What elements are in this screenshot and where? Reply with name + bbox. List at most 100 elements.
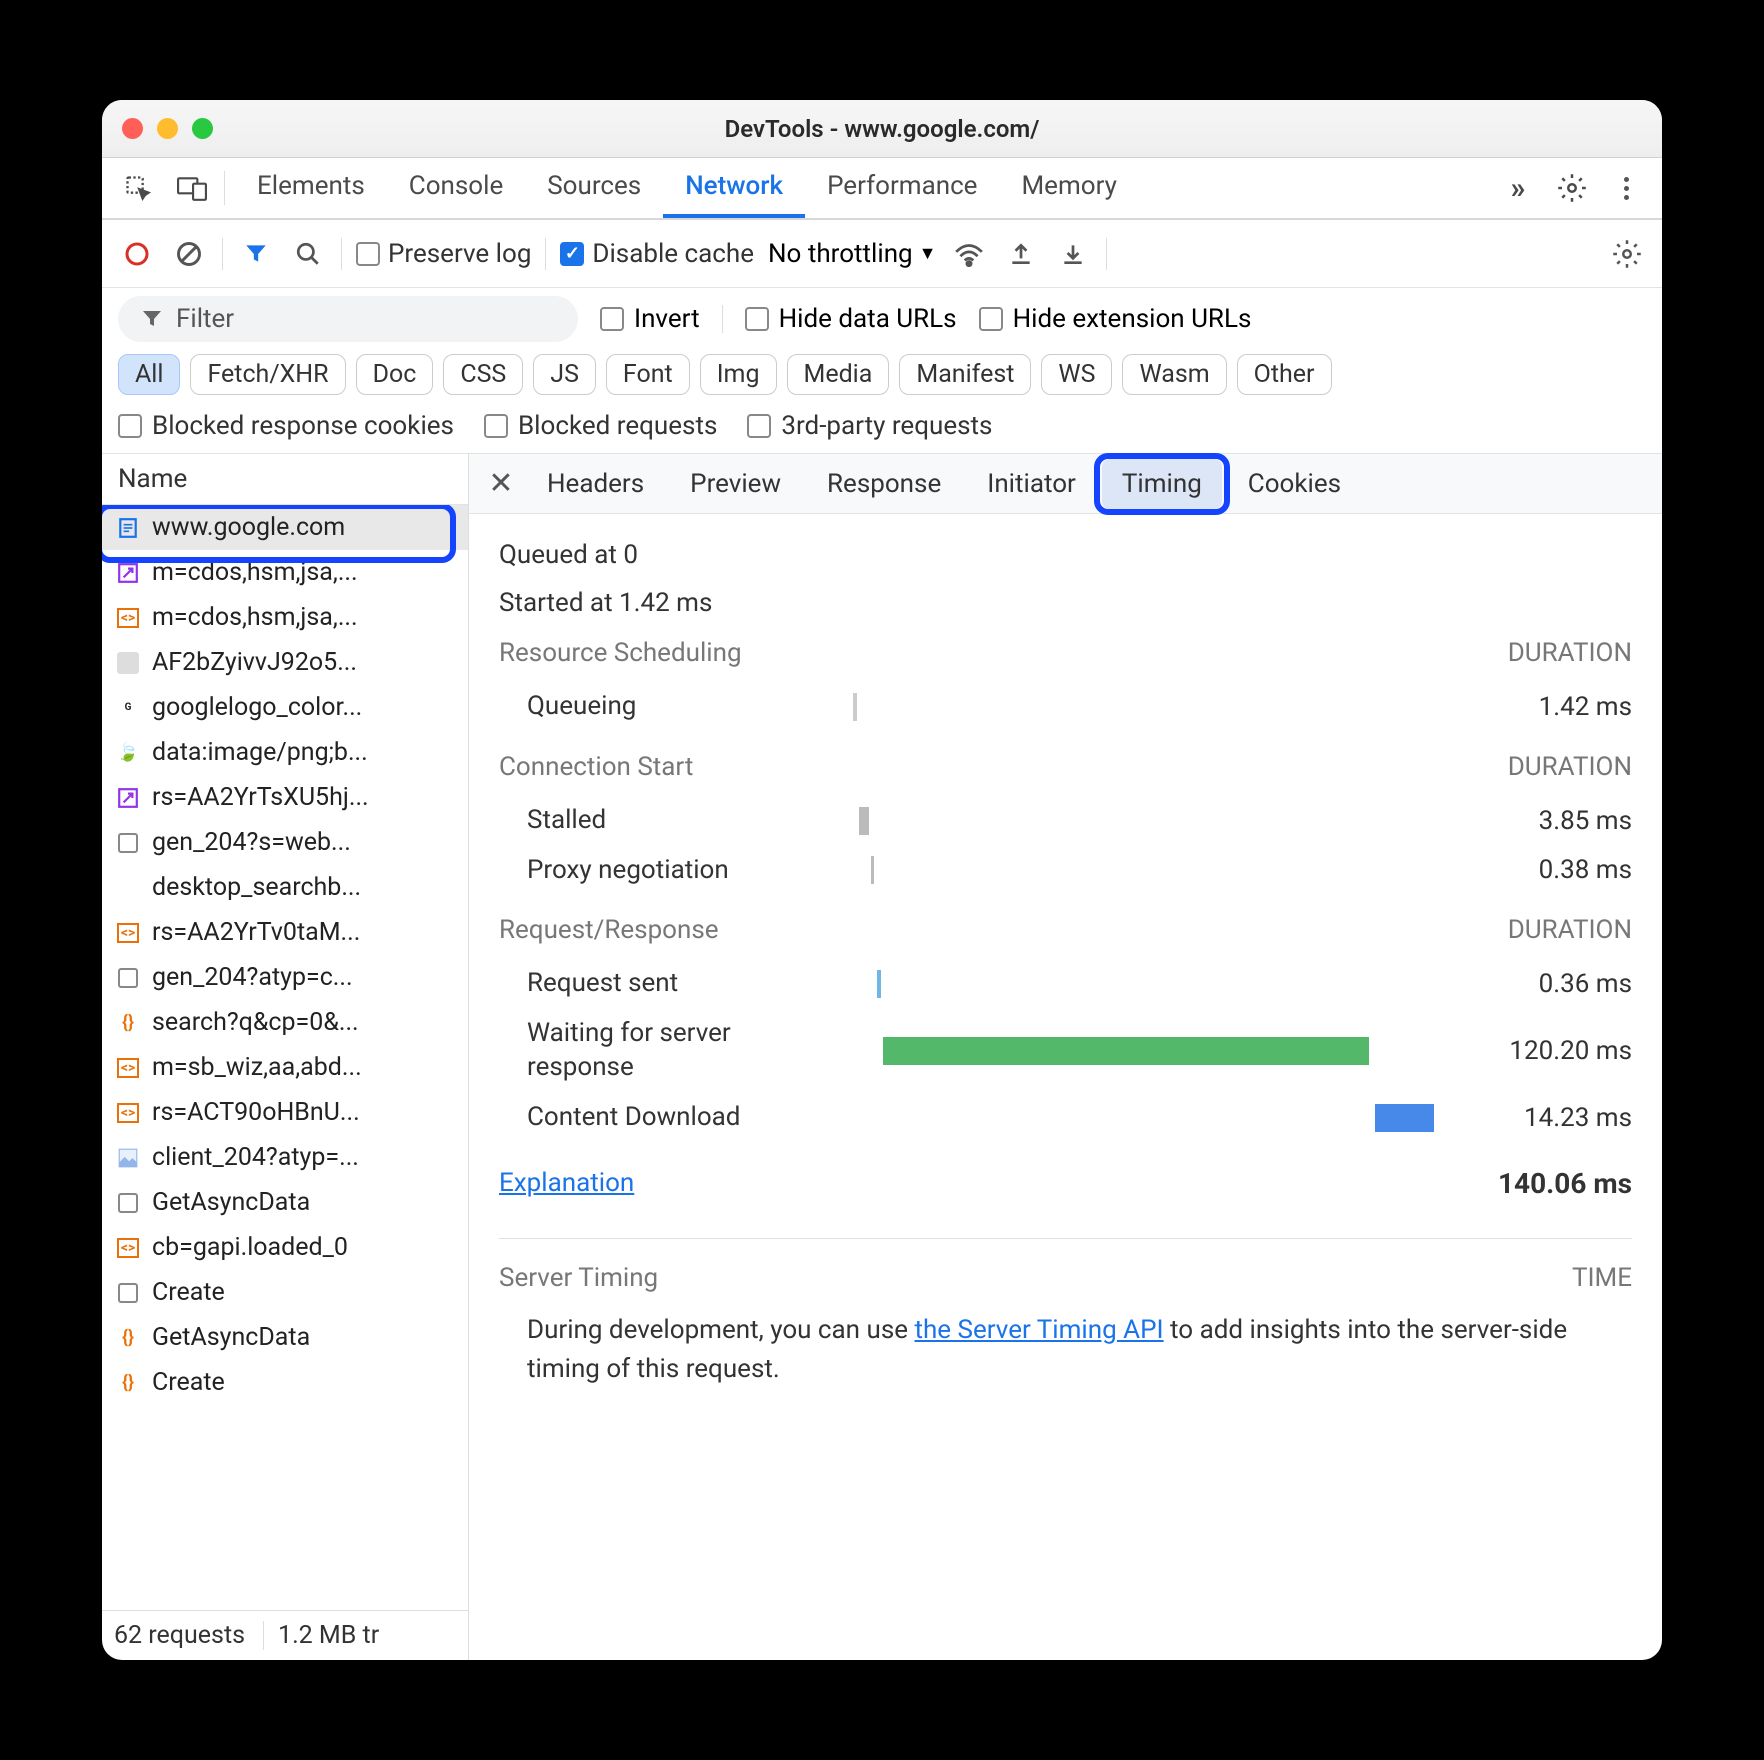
filter-icon[interactable] (237, 235, 275, 273)
download-icon[interactable] (1054, 235, 1092, 273)
chip-font[interactable]: Font (606, 354, 690, 395)
tab-network[interactable]: Network (663, 158, 805, 218)
chip-doc[interactable]: Doc (356, 354, 434, 395)
chip-other[interactable]: Other (1237, 354, 1332, 395)
proxy-row: Proxy negotiation 0.38 ms (499, 846, 1632, 896)
explanation-link[interactable]: Explanation (499, 1168, 634, 1198)
detail-tab-preview[interactable]: Preview (670, 459, 801, 509)
request-row[interactable]: desktop_searchb... (102, 865, 468, 910)
tab-memory[interactable]: Memory (999, 158, 1138, 218)
kebab-menu-icon[interactable] (1604, 166, 1648, 210)
request-row[interactable]: <>rs=AA2YrTv0taM... (102, 910, 468, 955)
resource-icon (116, 831, 140, 855)
device-toggle-icon[interactable] (170, 166, 214, 210)
chip-img[interactable]: Img (700, 354, 777, 395)
more-tabs-icon[interactable]: » (1496, 166, 1540, 210)
throttling-select[interactable]: No throttling ▼ (768, 239, 936, 269)
clear-icon[interactable] (170, 235, 208, 273)
resource-icon (116, 561, 140, 585)
resource-icon (116, 786, 140, 810)
resource-icon (116, 1191, 140, 1215)
request-row[interactable]: <>m=sb_wiz,aa,abd... (102, 1045, 468, 1090)
chip-css[interactable]: CSS (443, 354, 523, 395)
record-icon[interactable] (118, 235, 156, 273)
hide-data-urls-checkbox[interactable]: Hide data URLs (745, 304, 957, 334)
chip-fetchxhr[interactable]: Fetch/XHR (190, 354, 345, 395)
request-row[interactable]: <>m=cdos,hsm,jsa,... (102, 595, 468, 640)
resource-icon (116, 1146, 140, 1170)
throttling-label: No throttling (768, 239, 913, 269)
resource-icon (116, 876, 140, 900)
resource-icon (116, 966, 140, 990)
blocked-cookies-checkbox[interactable]: Blocked response cookies (118, 411, 454, 441)
stalled-label: Stalled (527, 804, 837, 838)
inspect-icon[interactable] (116, 166, 160, 210)
resource-icon (116, 516, 140, 540)
download-label: Content Download (527, 1101, 837, 1135)
third-party-checkbox[interactable]: 3rd-party requests (747, 411, 992, 441)
close-icon[interactable]: ✕ (481, 464, 521, 504)
request-row[interactable]: {}search?q&cp=0&... (102, 1000, 468, 1045)
request-row[interactable]: gen_204?s=web... (102, 820, 468, 865)
close-window-icon[interactable] (122, 118, 143, 139)
minimize-window-icon[interactable] (157, 118, 178, 139)
settings-gear-icon[interactable] (1608, 235, 1646, 273)
hide-ext-urls-checkbox[interactable]: Hide extension URLs (979, 304, 1252, 334)
disable-cache-checkbox[interactable]: ✓Disable cache (560, 239, 754, 269)
maximize-window-icon[interactable] (192, 118, 213, 139)
detail-tab-response[interactable]: Response (807, 459, 961, 509)
waiting-value: 120.20 ms (1462, 1036, 1632, 1066)
request-row[interactable]: AF2bZyivvJ92o5... (102, 640, 468, 685)
request-row[interactable]: Ggooglelogo_color... (102, 685, 468, 730)
tab-elements[interactable]: Elements (235, 158, 387, 218)
resource-icon: {} (116, 1371, 140, 1395)
request-name: cb=gapi.loaded_0 (152, 1233, 348, 1262)
requests-list[interactable]: www.google.comm=cdos,hsm,jsa,...<>m=cdos… (102, 505, 468, 1610)
request-row[interactable]: rs=AA2YrTsXU5hj... (102, 775, 468, 820)
search-icon[interactable] (289, 235, 327, 273)
chip-all[interactable]: All (118, 354, 180, 395)
tab-performance[interactable]: Performance (805, 158, 999, 218)
request-row[interactable]: <>rs=ACT90oHBnU... (102, 1090, 468, 1135)
request-row[interactable]: 🍃data:image/png;b... (102, 730, 468, 775)
request-row[interactable]: GetAsyncData (102, 1180, 468, 1225)
resource-icon (116, 651, 140, 675)
connection-start-heading: Connection Start (499, 752, 693, 782)
request-name: Create (152, 1368, 225, 1397)
detail-tab-timing[interactable]: Timing (1102, 459, 1222, 509)
tab-console[interactable]: Console (387, 158, 525, 218)
detail-tab-cookies[interactable]: Cookies (1228, 459, 1361, 509)
network-conditions-icon[interactable] (950, 235, 988, 273)
chip-wasm[interactable]: Wasm (1122, 354, 1226, 395)
chip-ws[interactable]: WS (1041, 354, 1112, 395)
stalled-value: 3.85 ms (1462, 806, 1632, 836)
waiting-label: Waiting for server response (527, 1017, 837, 1085)
request-name: data:image/png;b... (152, 738, 368, 767)
filter-input[interactable]: Filter (118, 296, 578, 342)
settings-icon[interactable] (1550, 166, 1594, 210)
upload-icon[interactable] (1002, 235, 1040, 273)
sent-row: Request sent 0.36 ms (499, 959, 1632, 1009)
request-row[interactable]: {} Create (102, 1360, 468, 1405)
request-row[interactable]: {}GetAsyncData (102, 1315, 468, 1360)
request-row[interactable]: <>cb=gapi.loaded_0 (102, 1225, 468, 1270)
request-row[interactable]: m=cdos,hsm,jsa,... (102, 550, 468, 595)
detail-tab-initiator[interactable]: Initiator (967, 459, 1096, 509)
request-row[interactable]: client_204?atyp=... (102, 1135, 468, 1180)
tab-sources[interactable]: Sources (525, 158, 663, 218)
detail-tab-headers[interactable]: Headers (527, 459, 664, 509)
sent-value: 0.36 ms (1462, 969, 1632, 999)
chip-manifest[interactable]: Manifest (899, 354, 1031, 395)
name-column-header[interactable]: Name (102, 454, 468, 505)
server-timing-api-link[interactable]: the Server Timing API (914, 1315, 1163, 1345)
invert-checkbox[interactable]: Invert (600, 304, 700, 334)
blocked-requests-checkbox[interactable]: Blocked requests (484, 411, 717, 441)
time-heading: TIME (1572, 1263, 1632, 1293)
chip-js[interactable]: JS (533, 354, 596, 395)
duration-heading: DURATION (1508, 638, 1632, 668)
preserve-log-checkbox[interactable]: Preserve log (356, 239, 531, 269)
request-row[interactable]: www.google.com (102, 505, 468, 550)
request-row[interactable]: gen_204?atyp=c... (102, 955, 468, 1000)
chip-media[interactable]: Media (787, 354, 890, 395)
request-row[interactable]: Create (102, 1270, 468, 1315)
